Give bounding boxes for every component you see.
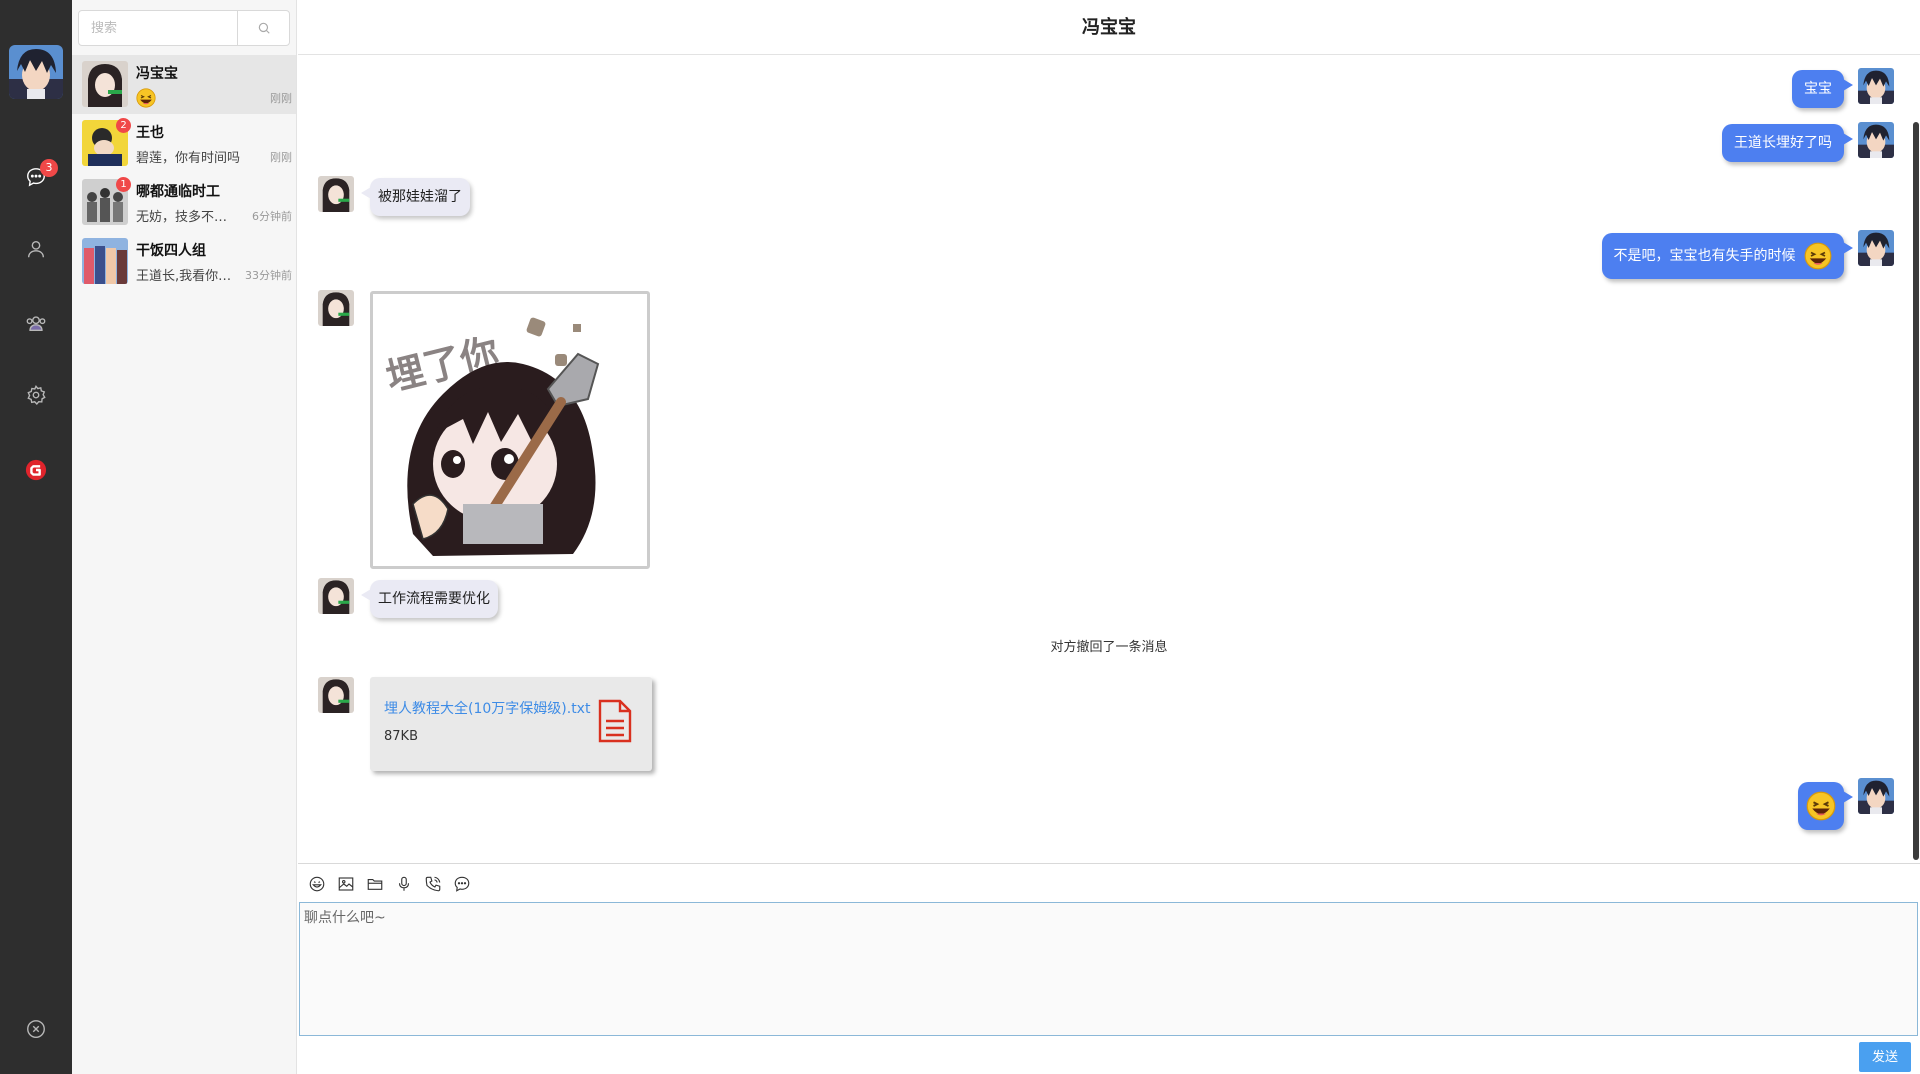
contact-item[interactable]: 冯宝宝 刚刚 xyxy=(72,55,296,114)
image-button[interactable] xyxy=(335,874,356,895)
contact-avatar xyxy=(318,578,354,614)
my-avatar xyxy=(1858,778,1894,814)
file-size: 87KB xyxy=(384,729,418,744)
unread-badge: 2 xyxy=(116,118,131,133)
nav-close[interactable] xyxy=(0,1009,72,1049)
contacts-icon xyxy=(27,240,45,258)
search-box xyxy=(78,10,290,46)
nav-rail: 3 xyxy=(0,0,72,1074)
contact-name: 干饭四人组 xyxy=(136,243,206,259)
nav-settings[interactable] xyxy=(0,375,72,415)
sent-message: 不是吧，宝宝也有失手的时候 xyxy=(1601,233,1854,279)
unread-badge: 1 xyxy=(116,177,131,192)
contact-time: 刚刚 xyxy=(270,92,292,105)
nav-contacts[interactable] xyxy=(0,229,72,269)
contact-time: 6分钟前 xyxy=(252,210,292,223)
brand-logo-icon xyxy=(25,459,47,481)
contact-preview xyxy=(136,88,244,108)
laughing-emoji-icon xyxy=(136,88,156,108)
voice-button[interactable] xyxy=(393,874,414,895)
group-icon xyxy=(26,316,46,332)
contact-time: 33分钟前 xyxy=(245,269,292,282)
contact-avatar xyxy=(318,677,354,713)
contact-name: 王也 xyxy=(136,125,164,141)
contact-preview: 无妨，技多不压身嘛 xyxy=(136,210,232,225)
emoji-icon xyxy=(309,876,324,892)
search-icon xyxy=(258,22,270,34)
contact-name: 冯宝宝 xyxy=(136,66,178,82)
message-input[interactable] xyxy=(300,903,1917,1035)
file-name[interactable]: 埋人教程大全(10万字保姆级).txt xyxy=(384,698,590,718)
call-button[interactable] xyxy=(422,874,443,895)
laughing-emoji-icon xyxy=(1806,791,1836,821)
phone-icon xyxy=(425,876,440,892)
contact-preview: 碧莲，你有时间吗 xyxy=(136,151,241,166)
contact-item[interactable]: 干饭四人组 王道长,我看你才是懒 33分钟前 xyxy=(72,232,296,291)
settings-icon xyxy=(27,384,46,406)
contact-name: 哪都通临时工 xyxy=(136,184,220,200)
contact-preview: 王道长,我看你才是懒 xyxy=(136,269,236,284)
file-button[interactable] xyxy=(364,874,385,895)
contact-time: 刚刚 xyxy=(270,151,292,164)
sent-message: 宝宝 xyxy=(1792,70,1853,108)
close-icon xyxy=(27,1020,45,1038)
chat-panel: 冯宝宝 宝宝 王道长埋好了吗 被那娃娃溜了 不是吧，宝宝也有失手的时候 埋了你 xyxy=(298,0,1920,1074)
chat-title: 冯宝宝 xyxy=(298,0,1920,55)
message-icon xyxy=(454,876,469,892)
nav-chat[interactable]: 3 xyxy=(0,157,72,197)
sent-message: 王道长埋好了吗 xyxy=(1722,124,1853,162)
send-button[interactable]: 发送 xyxy=(1859,1042,1911,1072)
message-area[interactable]: 宝宝 王道长埋好了吗 被那娃娃溜了 不是吧，宝宝也有失手的时候 埋了你 工作流程… xyxy=(298,56,1920,864)
sent-message-text: 不是吧，宝宝也有失手的时候 xyxy=(1613,248,1796,264)
my-avatar xyxy=(1858,230,1894,266)
received-message: 被那娃娃溜了 xyxy=(361,178,470,216)
contact-item[interactable]: 1 哪都通临时工 无妨，技多不压身嘛 6分钟前 xyxy=(72,173,296,232)
file-message[interactable]: 埋人教程大全(10万字保姆级).txt 87KB xyxy=(370,677,652,771)
nav-brand[interactable] xyxy=(0,450,72,490)
sticker-image[interactable]: 埋了你 xyxy=(370,291,650,569)
nav-groups[interactable] xyxy=(0,303,72,343)
laughing-emoji-icon xyxy=(1804,242,1832,270)
chat-unread-badge: 3 xyxy=(40,159,58,177)
my-avatar[interactable] xyxy=(9,45,63,99)
my-avatar xyxy=(1858,122,1894,158)
composer-toolbar xyxy=(298,866,1920,902)
contact-avatar xyxy=(82,238,128,284)
chat-history-button[interactable] xyxy=(451,874,472,895)
message-composer xyxy=(299,902,1918,1036)
microphone-icon xyxy=(398,876,409,891)
contact-avatar xyxy=(82,61,128,107)
image-icon xyxy=(338,877,353,891)
contact-list-panel: 冯宝宝 刚刚 2 王也 碧莲，你有时间吗 刚刚 1 哪都通临时工 无妨，技多不压… xyxy=(72,0,297,1074)
contact-avatar xyxy=(318,176,354,212)
sent-emoji-message xyxy=(1798,782,1853,830)
received-message: 工作流程需要优化 xyxy=(361,580,498,618)
search-input[interactable] xyxy=(79,11,237,45)
document-icon xyxy=(598,699,632,743)
recall-notice: 对方撤回了一条消息 xyxy=(1050,640,1168,655)
search-button[interactable] xyxy=(237,11,289,45)
emoji-button[interactable] xyxy=(306,874,327,895)
contact-item[interactable]: 2 王也 碧莲，你有时间吗 刚刚 xyxy=(72,114,296,173)
contact-avatar xyxy=(318,290,354,326)
my-avatar xyxy=(1858,68,1894,104)
message-scrollbar[interactable] xyxy=(1913,122,1919,860)
folder-icon xyxy=(367,878,382,890)
